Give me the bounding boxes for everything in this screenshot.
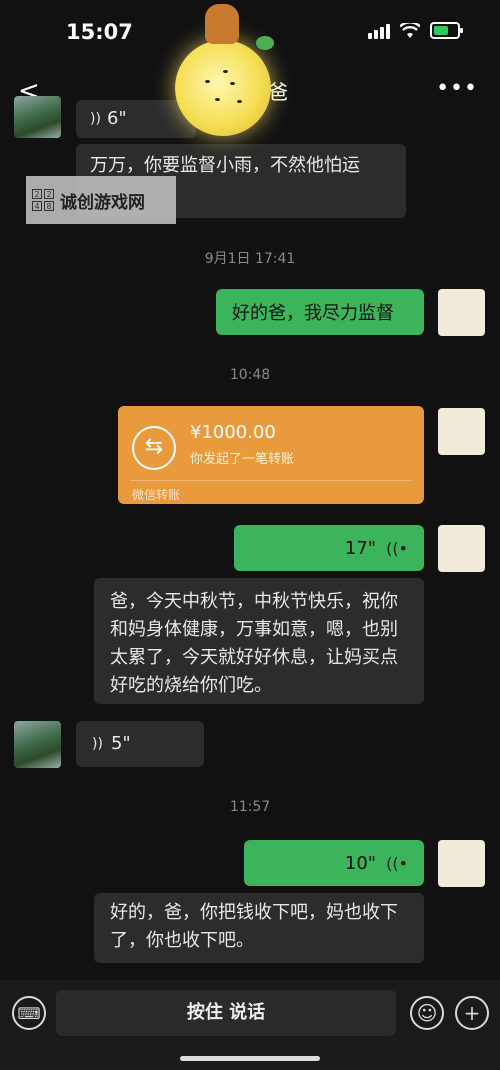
voice-wave-icon: )) (90, 111, 101, 127)
home-indicator (180, 1056, 320, 1061)
chat-title: 爸 (268, 80, 288, 104)
avatar-me[interactable] (438, 525, 485, 572)
transfer-amount: ¥1000.00 (190, 422, 276, 443)
voice-duration: 5" (110, 733, 131, 754)
wifi-icon (400, 22, 420, 38)
watermark-logo-icon: 22 48 (32, 189, 54, 211)
character-sticker-icon (205, 4, 239, 44)
avatar[interactable] (14, 96, 61, 138)
transfer-icon: ⇆ (132, 426, 176, 470)
voice-wave-icon: )) (92, 736, 103, 752)
avatar[interactable] (14, 721, 61, 768)
text-message-me[interactable]: 好的爸，我尽力监督 (216, 289, 424, 335)
more-options-button[interactable]: ••• (436, 76, 478, 101)
timestamp: 10:48 (229, 367, 271, 383)
voice-duration: 6" (106, 108, 127, 129)
voice-message[interactable]: )) 5" (76, 721, 204, 767)
frog-sticker-icon (256, 36, 274, 50)
hold-to-talk-button[interactable]: 按住 说话 (56, 990, 396, 1036)
battery-icon (430, 22, 463, 39)
voice-transcription-text[interactable]: 好的，爸，你把钱收下吧，妈也收下了，你也收下吧。 (94, 893, 424, 963)
watermark: 22 48 诚创游戏网 (26, 176, 176, 224)
voice-duration: 10" (344, 852, 377, 874)
divider (130, 480, 412, 481)
transfer-footer: 微信转账 (132, 488, 181, 502)
voice-wave-icon: ((• (386, 853, 408, 873)
voice-message-me[interactable]: 17" ((• (234, 525, 424, 571)
voice-wave-icon: ((• (386, 538, 408, 558)
status-icons (368, 22, 463, 39)
timestamp: 9月1日 17:41 (204, 251, 296, 267)
timestamp: 11:57 (229, 799, 271, 815)
avatar-me[interactable] (438, 840, 485, 887)
transfer-description: 你发起了一笔转账 (190, 452, 295, 467)
voice-message-me[interactable]: 10" ((• (244, 840, 424, 886)
emoji-icon[interactable]: ☺ (410, 996, 444, 1030)
avatar-me[interactable] (438, 408, 485, 455)
status-time: 15:07 (66, 20, 133, 44)
keyboard-icon[interactable]: ⌨ (12, 996, 46, 1030)
transfer-card[interactable]: ⇆ ¥1000.00 你发起了一笔转账 微信转账 (118, 406, 424, 504)
signal-icon (368, 23, 390, 39)
voice-transcription-text[interactable]: 爸，今天中秋节，中秋节快乐，祝你和妈身体健康，万事如意，嗯，也别太累了，今天就好… (94, 578, 424, 704)
avatar-me[interactable] (438, 289, 485, 336)
watermark-text: 诚创游戏网 (60, 192, 145, 213)
moon-sticker (175, 40, 271, 136)
voice-duration: 17" (344, 537, 377, 559)
plus-icon[interactable]: + (455, 996, 489, 1030)
